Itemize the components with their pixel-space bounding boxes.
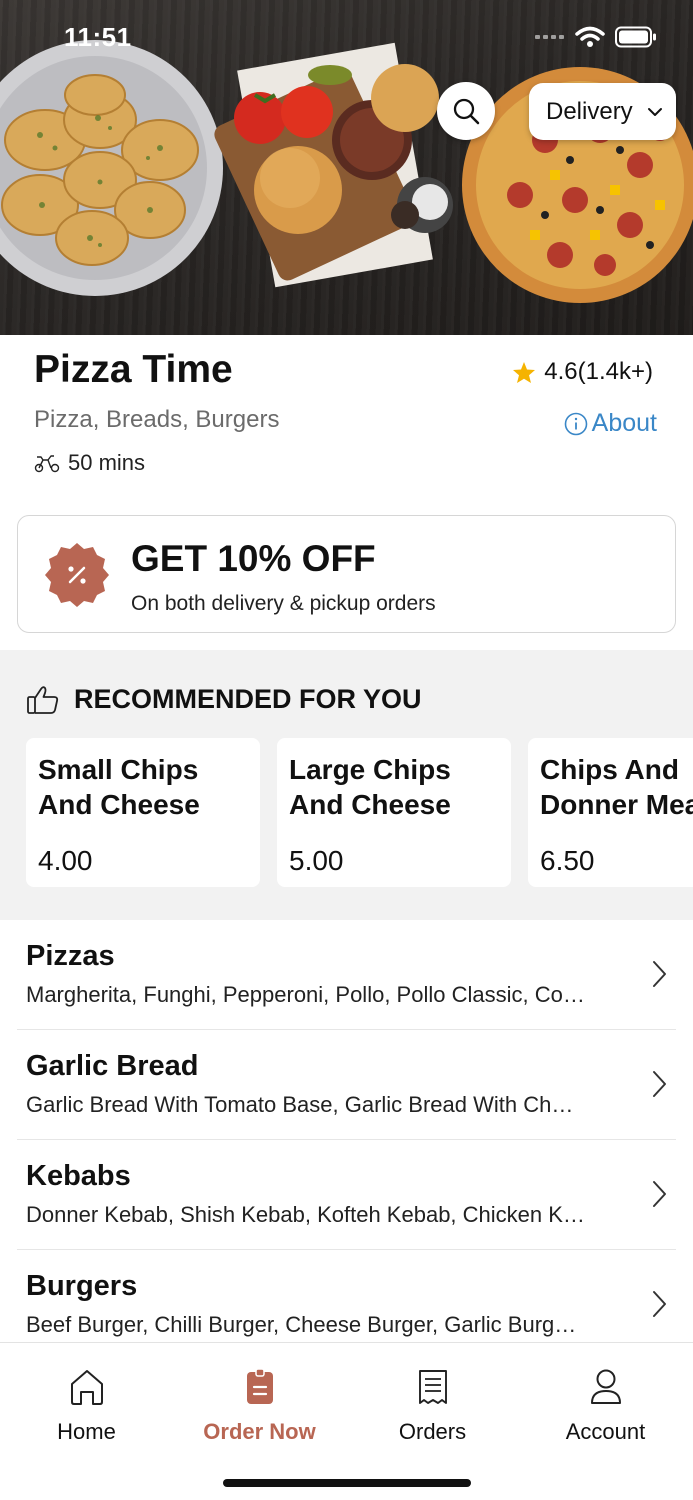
bottom-navigation: Home Order Now Orders Account <box>0 1342 693 1500</box>
menu-category-pizzas[interactable]: Pizzas Margherita, Funghi, Pepperoni, Po… <box>0 920 693 1030</box>
order-bag-icon <box>246 1368 273 1404</box>
search-button[interactable] <box>437 82 495 140</box>
chevron-right-icon <box>653 1071 666 1097</box>
menu-category-kebabs[interactable]: Kebabs Donner Kebab, Shish Kebab, Kofteh… <box>0 1140 693 1250</box>
recommended-title: RECOMMENDED FOR YOU <box>74 684 422 714</box>
category-description: Beef Burger, Chilli Burger, Cheese Burge… <box>26 1312 577 1337</box>
item-name-line-2: And Cheese <box>289 789 451 820</box>
recommended-card[interactable]: Small Chips And Cheese 4.00 <box>26 738 260 887</box>
status-bar-time: 11:51 <box>64 22 132 52</box>
nav-label: Home <box>57 1419 116 1444</box>
signal-icon <box>535 35 564 39</box>
nav-account[interactable]: Account <box>519 1367 692 1445</box>
category-description: Margherita, Funghi, Pepperoni, Pollo, Po… <box>26 982 585 1007</box>
recommended-card[interactable]: Chips And Donner Meat 6.50 <box>528 738 693 887</box>
chevron-down-icon <box>647 107 662 116</box>
recommended-header: RECOMMENDED FOR YOU <box>26 684 422 715</box>
recommended-item-name: Large Chips And Cheese <box>289 752 511 822</box>
home-indicator <box>223 1479 471 1487</box>
recommended-section: RECOMMENDED FOR YOU Small Chips And Chee… <box>0 650 693 920</box>
nav-home[interactable]: Home <box>0 1367 173 1445</box>
category-description: Donner Kebab, Shish Kebab, Kofteh Kebab,… <box>26 1202 585 1227</box>
nav-label: Order Now <box>203 1419 316 1444</box>
rating-value: 4.6(1.4k+) <box>544 358 653 385</box>
restaurant-cuisines: Pizza, Breads, Burgers <box>34 406 280 433</box>
recommended-card[interactable]: Large Chips And Cheese 5.00 <box>277 738 511 887</box>
item-name-line-1: Chips And <box>540 754 679 785</box>
item-name-line-2: And Cheese <box>38 789 200 820</box>
thumbs-up-icon <box>27 685 59 714</box>
chevron-right-icon <box>653 1181 666 1207</box>
nav-orders[interactable]: Orders <box>346 1367 519 1445</box>
info-icon <box>564 412 587 435</box>
promo-title: GET 10% OFF <box>131 538 376 579</box>
restaurant-rating: 4.6(1.4k+) <box>512 358 653 386</box>
discount-badge-icon <box>45 543 109 607</box>
item-name-line-1: Large Chips <box>289 754 451 785</box>
recommended-item-name: Small Chips And Cheese <box>38 752 260 822</box>
delivery-mode-dropdown[interactable]: Delivery <box>529 83 676 140</box>
category-description: Garlic Bread With Tomato Base, Garlic Br… <box>26 1092 574 1117</box>
restaurant-name: Pizza Time <box>34 348 233 391</box>
nav-label: Orders <box>398 1419 467 1444</box>
promo-banner[interactable]: GET 10% OFF On both delivery & pickup or… <box>17 515 676 633</box>
category-name: Burgers <box>26 1270 138 1302</box>
nav-label: Account <box>565 1419 646 1444</box>
status-bar-icons <box>535 26 657 48</box>
user-icon <box>590 1369 621 1404</box>
recommended-item-price: 4.00 <box>38 845 93 876</box>
recommended-item-name: Chips And Donner Meat <box>540 752 693 822</box>
wifi-icon <box>575 26 605 47</box>
nav-order-now[interactable]: Order Now <box>173 1367 346 1445</box>
about-label: About <box>591 409 657 437</box>
about-link[interactable]: About <box>564 409 657 438</box>
scooter-icon <box>34 455 60 473</box>
star-icon <box>513 361 536 383</box>
item-name-line-1: Small Chips <box>38 754 199 785</box>
chevron-right-icon <box>653 1291 666 1317</box>
chevron-right-icon <box>653 961 666 987</box>
recommended-item-price: 5.00 <box>289 845 344 876</box>
receipt-icon <box>418 1370 447 1404</box>
promo-subtitle: On both delivery & pickup orders <box>131 592 436 615</box>
home-icon <box>70 1370 103 1405</box>
category-name: Pizzas <box>26 940 115 972</box>
delivery-eta: 50 mins <box>34 450 145 476</box>
delivery-mode-label: Delivery <box>546 97 633 125</box>
battery-icon <box>615 26 656 48</box>
menu-category-garlic-bread[interactable]: Garlic Bread Garlic Bread With Tomato Ba… <box>0 1030 693 1140</box>
delivery-time: 50 mins <box>68 450 146 475</box>
recommended-item-price: 6.50 <box>540 845 595 876</box>
category-name: Garlic Bread <box>26 1050 199 1082</box>
category-name: Kebabs <box>26 1160 131 1192</box>
search-icon <box>453 98 480 125</box>
hero-banner: 11:51 Delivery <box>0 0 693 335</box>
item-name-line-2: Donner Meat <box>540 789 693 820</box>
